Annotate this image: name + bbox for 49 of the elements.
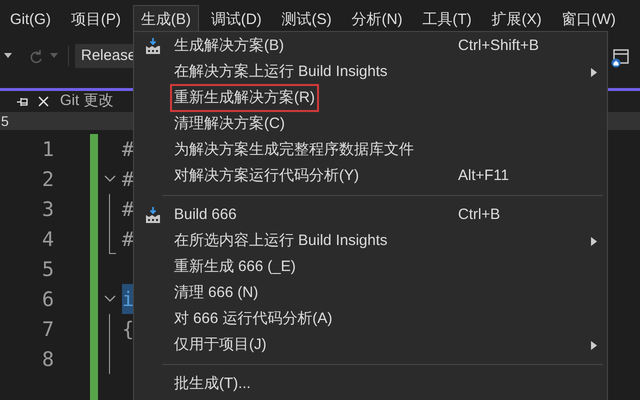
shortcut-text: Ctrl+Shift+B: [458, 36, 539, 56]
collapse-chevron-icon[interactable]: [104, 175, 116, 183]
menu-item[interactable]: 为解决方案生成完整程序数据库文件: [170, 136, 418, 164]
menu-item[interactable]: 清理 666 (N): [170, 278, 262, 308]
collapse-chevron-icon[interactable]: [104, 295, 116, 303]
line-number: 6: [42, 286, 54, 313]
menu-item[interactable]: 重新生成解决方案(R): [170, 84, 319, 112]
shortcut-text: Alt+F11: [458, 166, 509, 186]
menu-bar-item[interactable]: Git(G): [2, 5, 59, 35]
code-text: i: [122, 284, 134, 314]
build-icon: [144, 37, 162, 55]
menu-bar-item[interactable]: 项目(P): [62, 5, 129, 35]
line-number: 3: [42, 196, 54, 223]
code-text: #: [122, 196, 134, 223]
line-number: 4: [42, 226, 54, 253]
tab-label[interactable]: Git 更改: [60, 90, 114, 113]
menu-bar-item[interactable]: 工具(T): [414, 5, 480, 35]
submenu-arrow-icon: [591, 340, 597, 350]
pin-icon[interactable]: [16, 96, 30, 108]
caret-icon[interactable]: [4, 53, 12, 59]
close-icon[interactable]: [38, 96, 49, 107]
line-number: 2: [42, 166, 54, 193]
line-number: 7: [42, 316, 54, 343]
breadcrumb-text: 5: [1, 114, 9, 128]
submenu-arrow-icon: [591, 68, 597, 76]
build-icon: [144, 206, 162, 224]
redo-icon[interactable]: [28, 48, 44, 64]
menu-item[interactable]: 重新生成 666 (_E): [170, 252, 300, 282]
menu-item[interactable]: 清理解决方案(C): [170, 110, 289, 138]
menu-bar-item[interactable]: 扩展(X): [484, 5, 550, 35]
code-text: #: [122, 166, 134, 193]
menu-item[interactable]: 对 666 运行代码分析(A): [170, 304, 336, 334]
window-home-icon[interactable]: [610, 48, 630, 68]
menu-bar-item[interactable]: 窗口(W): [554, 5, 624, 35]
menu-bar-item[interactable]: 分析(N): [344, 5, 410, 35]
line-number: 5: [42, 256, 54, 283]
menu-item[interactable]: 对解决方案运行代码分析(Y): [170, 162, 363, 190]
menu-item[interactable]: Build 666: [170, 200, 241, 230]
code-text: {: [122, 316, 134, 343]
menu-item[interactable]: 在解决方案上运行 Build Insights: [170, 58, 392, 86]
menu-item[interactable]: 在所选内容上运行 Build Insights: [170, 226, 392, 256]
shortcut-text: Ctrl+B: [458, 204, 500, 225]
menu-item[interactable]: 仅用于项目(J): [170, 330, 270, 360]
submenu-arrow-icon: [591, 236, 597, 246]
menu-item[interactable]: 批生成(T)...: [170, 370, 255, 398]
line-number: 1: [42, 136, 54, 163]
line-number: 8: [42, 346, 54, 373]
code-text: #: [122, 226, 134, 253]
code-text: #: [122, 136, 134, 163]
